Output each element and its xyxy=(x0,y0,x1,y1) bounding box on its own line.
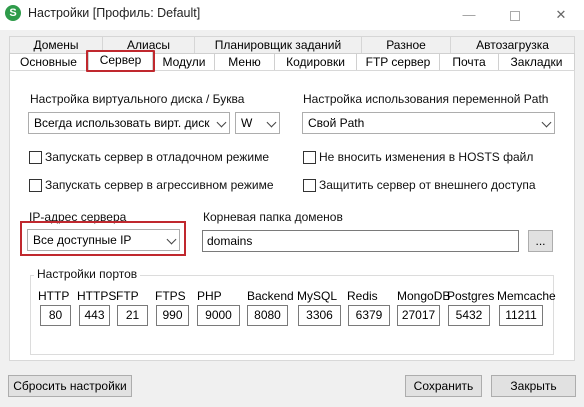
port-label-php: PHP xyxy=(197,289,222,303)
port-label-http: HTTP xyxy=(38,289,70,303)
path-setting-label: Настройка использования переменной Path xyxy=(303,92,549,106)
title-bar: S Настройки [Профиль: Default] — ✕ xyxy=(0,0,584,30)
aggressive-mode-label: Запускать сервер в агрессивном режиме xyxy=(45,178,274,192)
app-icon: S xyxy=(5,5,21,21)
tab-general[interactable]: Основные xyxy=(9,53,88,71)
tab-misc[interactable]: Разное xyxy=(361,36,451,54)
maximize-button[interactable] xyxy=(492,0,538,30)
virtual-disk-mode-select[interactable]: Всегда использовать вирт. диск xyxy=(28,112,230,134)
port-label-memcache: Memcache xyxy=(497,289,556,303)
port-label-redis: Redis xyxy=(347,289,378,303)
tab-modules[interactable]: Модули xyxy=(153,53,215,71)
port-label-backend: Backend xyxy=(247,289,294,303)
port-input-php[interactable]: 9000 xyxy=(197,305,240,326)
virtual-disk-label: Настройка виртуального диска / Буква xyxy=(30,92,245,106)
path-setting-select[interactable]: Свой Path xyxy=(302,112,555,134)
browse-button[interactable]: ... xyxy=(528,230,553,252)
port-input-redis[interactable]: 6379 xyxy=(348,305,390,326)
save-button[interactable]: Сохранить xyxy=(405,375,482,397)
maximize-icon xyxy=(510,10,520,21)
tab-highlight-frame xyxy=(86,50,155,72)
ports-legend: Настройки портов xyxy=(34,267,141,281)
reset-settings-button[interactable]: Сбросить настройки xyxy=(8,375,132,397)
protect-external-checkbox[interactable] xyxy=(303,179,316,192)
ip-address-value: Все доступные IP xyxy=(33,233,132,247)
window-title: Настройки [Профиль: Default] xyxy=(28,6,201,20)
aggressive-mode-checkbox[interactable] xyxy=(29,179,42,192)
debug-mode-label: Запускать сервер в отладочном режиме xyxy=(45,150,270,164)
close-window-button[interactable]: ✕ xyxy=(538,0,584,30)
port-label-ftps: FTPS xyxy=(155,289,186,303)
debug-mode-checkbox[interactable] xyxy=(29,151,42,164)
port-label-https: HTTPS xyxy=(77,289,117,303)
protect-external-label: Защитить сервер от внешнего доступа xyxy=(319,178,536,192)
ip-address-select[interactable]: Все доступные IP xyxy=(27,229,180,251)
tab-bookmarks[interactable]: Закладки xyxy=(498,53,575,71)
path-setting-value: Свой Path xyxy=(308,116,365,130)
port-input-postgres[interactable]: 5432 xyxy=(448,305,490,326)
no-hosts-label: Не вносить изменения в HOSTS файл xyxy=(319,150,534,164)
tab-scheduler[interactable]: Планировщик заданий xyxy=(194,36,362,54)
port-label-mysql: MySQL xyxy=(297,289,338,303)
tab-menu[interactable]: Меню xyxy=(214,53,275,71)
port-input-ftp[interactable]: 21 xyxy=(117,305,148,326)
domains-root-input[interactable]: domains xyxy=(202,230,519,252)
tab-ftp-server[interactable]: FTP сервер xyxy=(356,53,440,71)
port-input-mysql[interactable]: 3306 xyxy=(298,305,341,326)
tab-autostart[interactable]: Автозагрузка xyxy=(450,36,575,54)
chevron-down-icon xyxy=(266,117,277,128)
port-label-postgres: Postgres xyxy=(447,289,495,303)
close-button[interactable]: Закрыть xyxy=(491,375,576,397)
tab-mail[interactable]: Почта xyxy=(439,53,499,71)
port-input-memcache[interactable]: 11211 xyxy=(499,305,543,326)
minimize-button[interactable]: — xyxy=(446,0,492,30)
disk-letter-select[interactable]: W xyxy=(235,112,280,134)
no-hosts-checkbox[interactable] xyxy=(303,151,316,164)
virtual-disk-mode-value: Всегда использовать вирт. диск xyxy=(34,116,210,130)
port-label-ftp: FTP xyxy=(116,289,139,303)
tab-encodings[interactable]: Кодировки xyxy=(274,53,357,71)
chevron-down-icon xyxy=(166,234,177,245)
port-input-https[interactable]: 443 xyxy=(79,305,110,326)
domains-root-label: Корневая папка доменов xyxy=(203,210,343,224)
port-input-backend[interactable]: 8080 xyxy=(247,305,288,326)
port-label-mongodb: MongoDB xyxy=(397,289,451,303)
disk-letter-value: W xyxy=(241,116,253,130)
chevron-down-icon xyxy=(216,117,227,128)
port-input-ftps[interactable]: 990 xyxy=(156,305,189,326)
chevron-down-icon xyxy=(541,117,552,128)
port-input-http[interactable]: 80 xyxy=(40,305,71,326)
port-input-mongodb[interactable]: 27017 xyxy=(397,305,440,326)
